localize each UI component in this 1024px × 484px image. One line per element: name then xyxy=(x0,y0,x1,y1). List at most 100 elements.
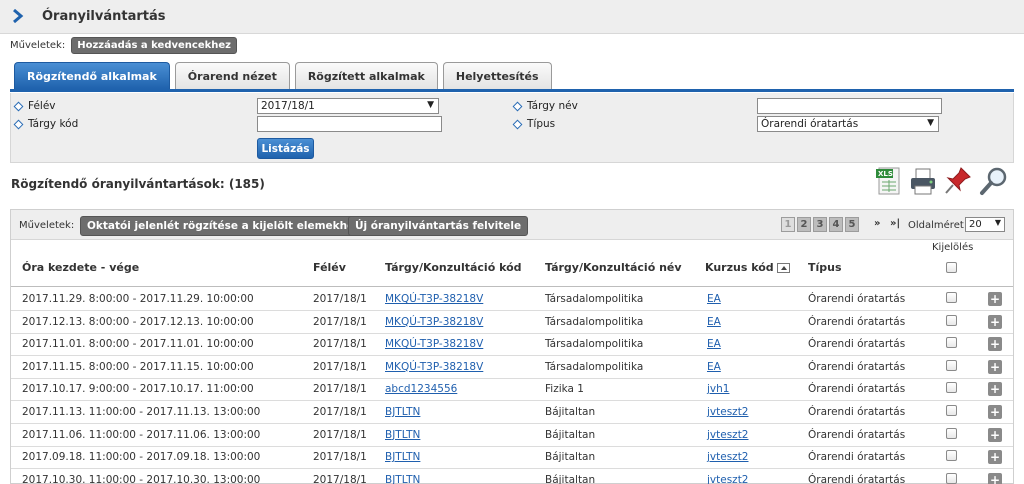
row-select-checkbox[interactable] xyxy=(946,337,957,349)
cell-semester: 2017/18/1 xyxy=(313,293,367,305)
excel-export-icon[interactable]: XLS xyxy=(874,165,904,197)
new-record-button[interactable]: Új óranyilvántartás felvitele xyxy=(348,216,529,236)
list-title: Rögzítendő óranyilvántartások: (185) xyxy=(11,177,265,191)
grid-actions-label: Műveletek: xyxy=(19,220,75,231)
table-row: 2017.11.01. 8:00:00 - 2017.11.01. 10:00:… xyxy=(11,333,1013,357)
cell-type: Órarendi óratartás xyxy=(808,338,906,351)
row-select-checkbox[interactable] xyxy=(946,472,957,484)
cell-code-link[interactable]: MKQÚ-T3P-38218V xyxy=(385,316,483,328)
tab-helyettesites[interactable]: Helyettesítés xyxy=(442,62,552,89)
cell-type: Órarendi óratartás xyxy=(808,360,906,373)
cell-type: Órarendi óratartás xyxy=(808,293,906,305)
row-select-checkbox[interactable] xyxy=(946,405,957,416)
expand-row-icon[interactable]: + xyxy=(988,472,1002,484)
expand-row-icon[interactable]: + xyxy=(988,450,1002,465)
cell-time: 2017.09.18. 11:00:00 - 2017.09.18. 13:00… xyxy=(22,451,261,464)
cell-type: Órarendi óratartás xyxy=(808,406,906,418)
bulk-attendance-button[interactable]: Oktatói jelenlét rögzítése a kijelölt el… xyxy=(80,216,368,236)
tipus-label-text: Típus xyxy=(527,118,556,130)
cell-code-link[interactable]: abcd1234556 xyxy=(385,383,457,395)
cell-code-link[interactable]: MKQÚ-T3P-38218V xyxy=(385,361,483,373)
chevron-right-icon xyxy=(13,9,24,23)
cell-semester: 2017/18/1 xyxy=(313,383,367,396)
targy-nev-label-text: Tárgy név xyxy=(527,100,578,112)
cell-semester: 2017/18/1 xyxy=(313,315,367,328)
cell-type: Órarendi óratartás xyxy=(808,473,906,484)
add-to-favorites-button[interactable]: Hozzáadás a kedvencekhez xyxy=(71,36,237,54)
select-all-checkbox[interactable] xyxy=(946,262,957,273)
tab-rogzitett-alkalmak[interactable]: Rögzített alkalmak xyxy=(294,62,438,89)
page-2[interactable]: 2 xyxy=(797,217,811,232)
cell-code-link[interactable]: BJTLTN xyxy=(385,406,420,418)
row-select-checkbox[interactable] xyxy=(946,427,957,439)
expand-row-icon[interactable]: + xyxy=(988,382,1002,397)
felev-select[interactable]: 2017/18/1 ▼ xyxy=(257,98,439,114)
row-select-checkbox[interactable] xyxy=(946,382,957,394)
page-1[interactable]: 1 xyxy=(781,217,795,232)
sort-ascending-icon[interactable] xyxy=(776,263,790,273)
col-time-header[interactable]: Óra kezdete - vége xyxy=(22,261,139,274)
dropdown-arrow-icon: ▼ xyxy=(927,118,934,128)
cell-type: Órarendi óratartás xyxy=(808,451,906,464)
felev-label-text: Félév xyxy=(28,100,56,112)
cell-name: Bájitaltan xyxy=(545,451,596,464)
table-row: 2017.10.17. 9:00:00 - 2017.10.17. 11:00:… xyxy=(11,378,1013,402)
expand-row-icon[interactable]: + xyxy=(988,337,1002,352)
page-size-label: Oldalméret xyxy=(908,220,964,231)
row-select-checkbox[interactable] xyxy=(946,292,957,303)
page-4[interactable]: 4 xyxy=(829,217,843,232)
cell-course-link[interactable]: EA xyxy=(707,293,721,305)
expand-row-icon[interactable]: + xyxy=(988,292,1002,306)
expand-row-icon[interactable]: + xyxy=(988,405,1002,419)
cell-name: Fizika 1 xyxy=(545,383,584,396)
cell-name: Bájitaltan xyxy=(545,406,596,418)
cell-course-link[interactable]: jvteszt2 xyxy=(707,474,749,484)
felev-select-value: 2017/18/1 xyxy=(261,100,315,112)
last-page-icon[interactable]: »| xyxy=(890,218,900,229)
cell-course-link[interactable]: jvteszt2 xyxy=(707,429,749,441)
page-3[interactable]: 3 xyxy=(813,217,827,232)
cell-course-link[interactable]: jvh1 xyxy=(707,383,729,395)
expand-row-icon[interactable]: + xyxy=(988,314,1002,329)
col-name-header[interactable]: Tárgy/Konzultáció név xyxy=(545,261,682,274)
tab-rogzitendo-alkalmak[interactable]: Rögzítendő alkalmak xyxy=(14,62,170,89)
cell-course-link[interactable]: jvteszt2 xyxy=(707,406,749,418)
cell-time: 2017.11.15. 8:00:00 - 2017.11.15. 10:00:… xyxy=(22,360,254,373)
cell-course-link[interactable]: jvteszt2 xyxy=(707,451,749,463)
cell-code-link[interactable]: MKQÚ-T3P-38218V xyxy=(385,293,483,305)
col-semester-header[interactable]: Félév xyxy=(313,261,346,274)
tipus-select[interactable]: Órarendi óratartás ▼ xyxy=(757,116,939,132)
pin-icon[interactable] xyxy=(943,165,973,197)
list-button[interactable]: Listázás xyxy=(257,138,314,159)
search-icon[interactable] xyxy=(978,165,1010,197)
next-page-icon[interactable]: » xyxy=(874,218,880,229)
table-row: 2017.11.13. 11:00:00 - 2017.11.13. 13:00… xyxy=(11,401,1013,424)
expand-row-icon[interactable]: + xyxy=(988,427,1002,442)
page-5[interactable]: 5 xyxy=(845,217,859,232)
targy-nev-input[interactable] xyxy=(757,98,942,114)
page-size-select[interactable]: 20 ▼ xyxy=(965,217,1005,232)
cell-code-link[interactable]: BJTLTN xyxy=(385,451,420,463)
cell-course-link[interactable]: EA xyxy=(707,338,721,350)
row-select-checkbox[interactable] xyxy=(946,359,957,371)
cell-semester: 2017/18/1 xyxy=(313,473,367,484)
cell-code-link[interactable]: BJTLTN xyxy=(385,429,420,441)
cell-name: Bájitaltan xyxy=(545,473,596,484)
print-icon[interactable] xyxy=(908,165,938,197)
expand-row-icon[interactable]: + xyxy=(988,359,1002,374)
row-select-checkbox[interactable] xyxy=(946,450,957,462)
row-select-checkbox[interactable] xyxy=(946,314,957,326)
cell-time: 2017.12.13. 8:00:00 - 2017.12.13. 10:00:… xyxy=(22,315,254,328)
col-type-header[interactable]: Típus xyxy=(808,261,842,274)
cell-time: 2017.10.30. 11:00:00 - 2017.10.30. 13:00… xyxy=(22,473,261,484)
tab-orarend-nezet[interactable]: Órarend nézet xyxy=(174,62,290,89)
col-code-header[interactable]: Tárgy/Konzultáció kód xyxy=(385,261,522,274)
cell-course-link[interactable]: EA xyxy=(707,361,721,373)
targy-kod-label-text: Tárgy kód xyxy=(28,118,79,130)
table-row: 2017.11.15. 8:00:00 - 2017.11.15. 10:00:… xyxy=(11,356,1013,379)
col-course-header[interactable]: Kurzus kód xyxy=(705,261,790,274)
targy-kod-input[interactable] xyxy=(257,116,442,132)
cell-code-link[interactable]: MKQÚ-T3P-38218V xyxy=(385,338,483,350)
cell-course-link[interactable]: EA xyxy=(707,316,721,328)
cell-code-link[interactable]: BJTLTN xyxy=(385,474,420,484)
